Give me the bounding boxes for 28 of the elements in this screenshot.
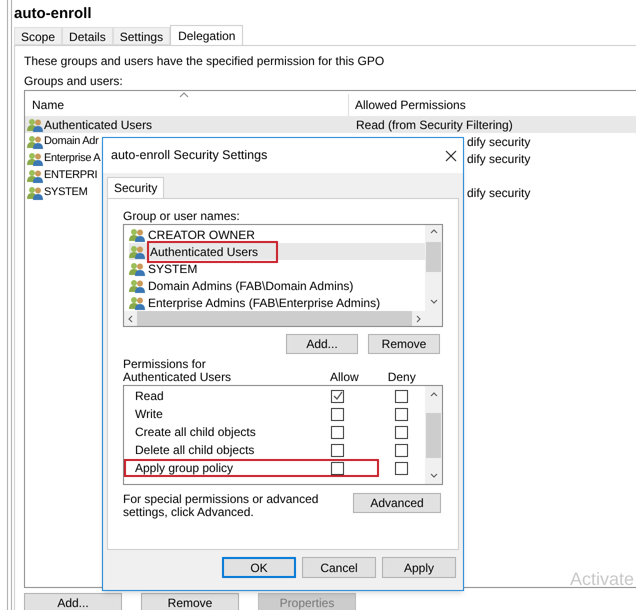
- permission-name: Create all child objects: [134, 424, 257, 441]
- advanced-note: For special permissions or advanced settings, click Advanced.: [123, 493, 320, 519]
- table-cell-text: dify security: [467, 134, 530, 150]
- permission-name: Read: [134, 388, 165, 405]
- table-cell-text: dify security: [467, 150, 530, 168]
- table-cell-text: SYSTEM: [44, 185, 88, 200]
- group-name: Domain Admins (FAB\Domain Admins): [147, 278, 354, 294]
- window-title: auto-enroll: [14, 4, 92, 24]
- table-cell-text: Enterprise A: [44, 151, 100, 166]
- table-cell-text: ENTERPRI: [44, 168, 98, 184]
- table-cell-text: Domain Adr: [44, 134, 98, 150]
- dialog-title: auto-enroll Security Settings: [111, 147, 268, 164]
- table-cell-text: dify security: [467, 184, 530, 202]
- group-name: CREATOR OWNER: [147, 226, 256, 244]
- group-label: Group or user names:: [123, 208, 241, 222]
- permission-name: Delete all child objects: [134, 442, 256, 459]
- table-cell-text: Authenticated Users: [44, 116, 152, 134]
- allow-header: Allow: [330, 371, 359, 384]
- table-cell-text: Read (from Security Filtering): [356, 116, 513, 134]
- group-name: Enterprise Admins (FAB\Enterprise Admins): [147, 294, 382, 312]
- deny-header: Deny: [388, 371, 416, 384]
- group-name: SYSTEM: [147, 260, 198, 278]
- permission-name: Write: [134, 406, 164, 423]
- description-text: These groups and users have the specified permission for this GPO: [24, 53, 386, 68]
- permission-name: Apply group policy: [134, 460, 234, 477]
- groups-label: Groups and users:: [24, 73, 124, 88]
- permissions-label: Permissions for Authenticated Users: [123, 358, 232, 384]
- group-name: Authenticated Users: [147, 240, 278, 262]
